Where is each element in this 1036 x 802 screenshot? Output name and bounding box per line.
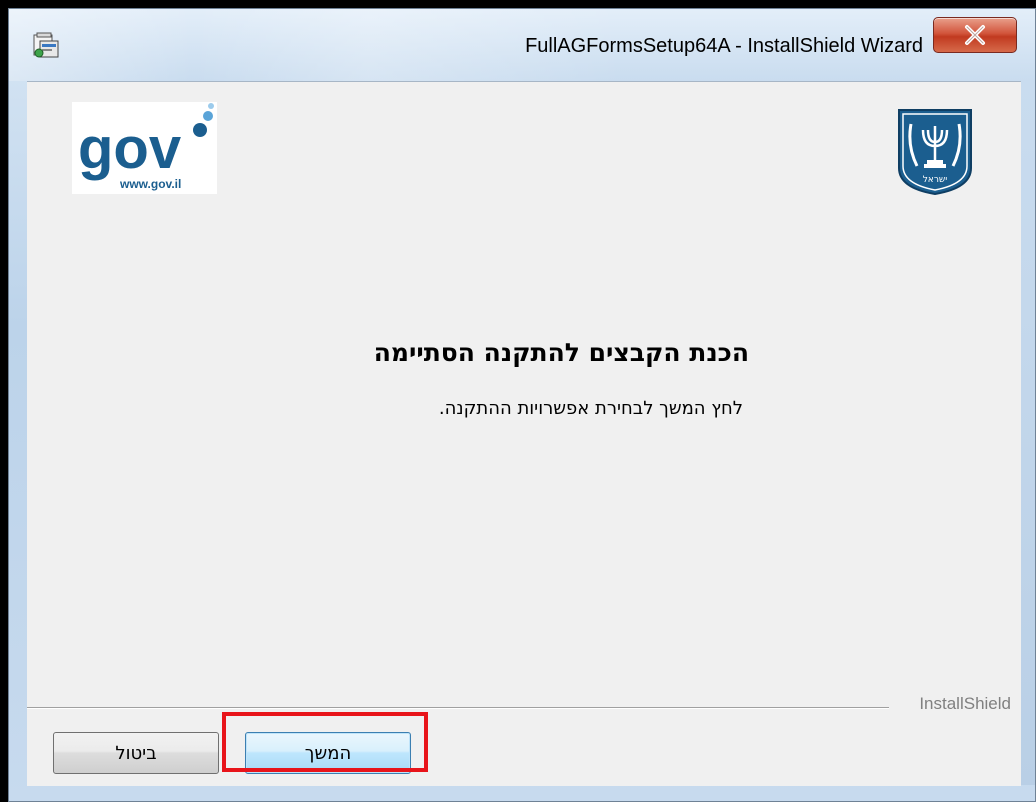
wizard-content-panel: gov www.gov.il ישראל הכנת הקבצים להתקנה … bbox=[27, 81, 1021, 786]
installer-app-icon[interactable] bbox=[31, 31, 61, 61]
gov-logo: gov www.gov.il bbox=[72, 102, 217, 194]
installer-window: FullAGFormsSetup64A - InstallShield Wiza… bbox=[8, 8, 1036, 802]
footer-divider bbox=[27, 707, 889, 709]
state-emblem: ישראל bbox=[895, 106, 975, 196]
window-border-right bbox=[1019, 81, 1035, 785]
svg-text:www.gov.il: www.gov.il bbox=[119, 177, 181, 191]
next-button[interactable]: המשך bbox=[245, 732, 411, 774]
window-title: FullAGFormsSetup64A - InstallShield Wiza… bbox=[525, 35, 923, 57]
close-icon bbox=[965, 25, 985, 45]
svg-text:gov: gov bbox=[78, 116, 181, 181]
installshield-brand-label: InstallShield bbox=[919, 694, 1011, 713]
svg-text:ישראל: ישראל bbox=[923, 175, 948, 185]
close-button[interactable] bbox=[933, 17, 1017, 53]
title-bar[interactable]: FullAGFormsSetup64A - InstallShield Wiza… bbox=[9, 9, 1035, 81]
cancel-button[interactable]: ביטול bbox=[53, 732, 219, 774]
instruction-text: לחץ המשך לבחירת אפשרויות ההתקנה. bbox=[438, 398, 743, 419]
page-heading: הכנת הקבצים להתקנה הסתיימה bbox=[373, 338, 749, 367]
